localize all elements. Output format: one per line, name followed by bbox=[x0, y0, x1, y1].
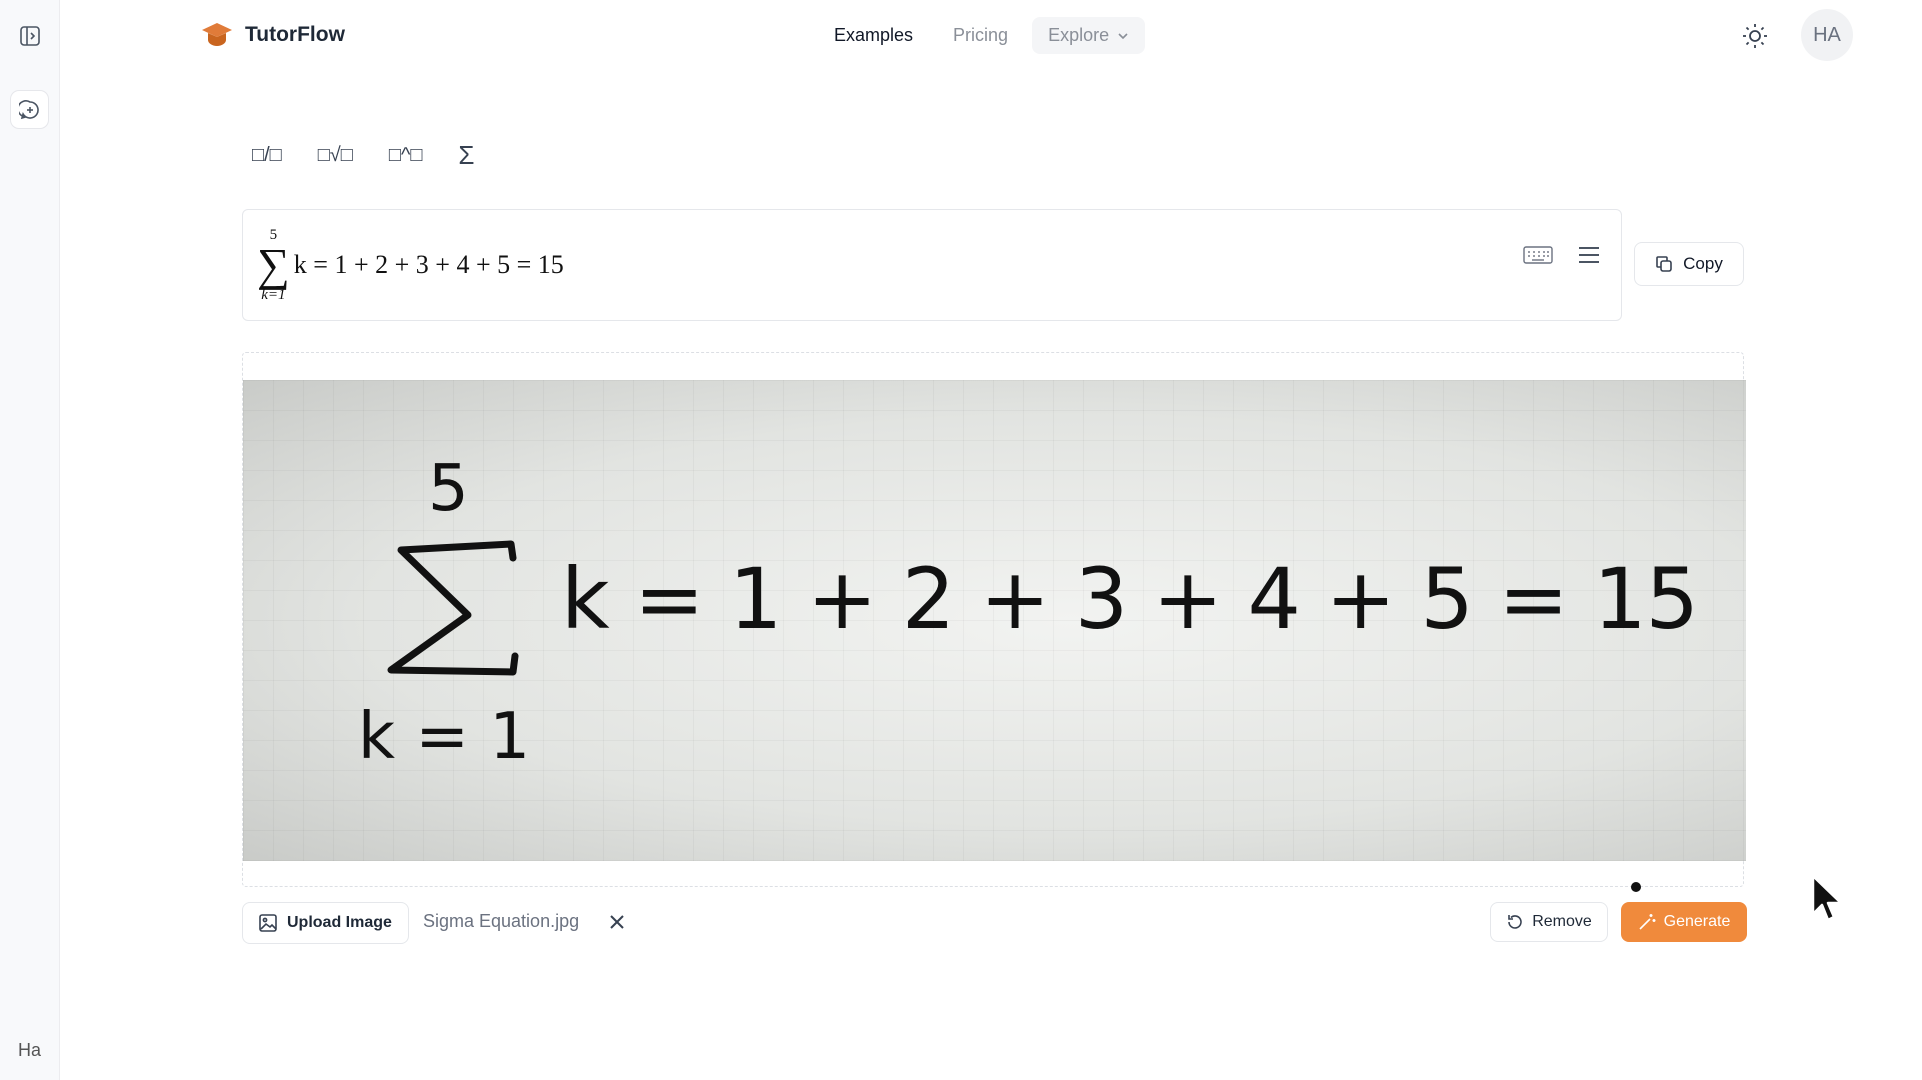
rotate-ccw-icon bbox=[1508, 915, 1522, 929]
root-tool[interactable]: □√□ bbox=[318, 144, 353, 167]
editor-icons bbox=[1523, 244, 1601, 266]
power-tool[interactable]: □^□ bbox=[389, 144, 423, 167]
sum-tool[interactable]: Σ bbox=[458, 140, 474, 171]
nav-examples[interactable]: Examples bbox=[818, 17, 929, 54]
chat-plus-icon bbox=[18, 99, 39, 119]
sum-lower-limit: k=1 bbox=[261, 287, 286, 303]
brand-name: TutorFlow bbox=[245, 23, 345, 46]
uploaded-image-preview: 5 k = 1 k = 1 + 2 + 3 + 4 + 5 = 15 bbox=[243, 380, 1746, 861]
handwritten-equation: k = 1 + 2 + 3 + 4 + 5 = 15 bbox=[561, 550, 1711, 648]
top-navigation: TutorFlow Examples Pricing Explore HA bbox=[59, 0, 1922, 72]
chevron-down-icon bbox=[1118, 32, 1128, 39]
theme-toggle-sun-icon[interactable] bbox=[1741, 22, 1769, 50]
handwritten-sigma bbox=[387, 540, 519, 676]
menu-lines-icon[interactable] bbox=[1577, 245, 1601, 265]
new-chat-button[interactable] bbox=[11, 91, 48, 128]
remove-button[interactable]: Remove bbox=[1490, 902, 1608, 942]
nav-explore-dropdown[interactable]: Explore bbox=[1032, 17, 1146, 54]
graduation-cap-icon bbox=[202, 23, 232, 46]
copy-icon bbox=[1656, 256, 1672, 272]
copy-button[interactable]: Copy bbox=[1634, 242, 1744, 286]
math-toolbar: □/□ □√□ □^□ Σ bbox=[252, 140, 474, 171]
remove-label: Remove bbox=[1532, 913, 1592, 930]
image-action-bar: Upload Image Sigma Equation.jpg Remove G… bbox=[242, 902, 1747, 944]
toggle-sidebar-button[interactable] bbox=[11, 17, 48, 54]
keyboard-icon[interactable] bbox=[1523, 244, 1553, 266]
rendered-equation: 5 ∑ k=1 k = 1 + 2 + 3 + 4 + 5 = 15 bbox=[257, 220, 564, 310]
scroll-indicator-dot bbox=[1631, 882, 1641, 892]
upload-image-button[interactable]: Upload Image bbox=[242, 902, 409, 944]
nav-explore-label: Explore bbox=[1048, 25, 1110, 45]
upload-image-label: Upload Image bbox=[287, 914, 392, 931]
copy-label: Copy bbox=[1683, 254, 1723, 273]
brand-logo[interactable]: TutorFlow bbox=[201, 21, 345, 49]
generate-button[interactable]: Generate bbox=[1621, 902, 1747, 942]
handwritten-lower-limit: k = 1 bbox=[358, 700, 530, 774]
main-nav: Examples Pricing Explore bbox=[818, 17, 1146, 54]
handwritten-upper-limit: 5 bbox=[428, 452, 469, 526]
fraction-tool[interactable]: □/□ bbox=[252, 144, 282, 167]
sidebar-user-initials[interactable]: Ha bbox=[0, 1040, 59, 1061]
left-sidebar: Ha bbox=[0, 0, 60, 1080]
equation-editor[interactable]: 5 ∑ k=1 k = 1 + 2 + 3 + 4 + 5 = 15 bbox=[242, 209, 1622, 321]
equation-body: k = 1 + 2 + 3 + 4 + 5 = 15 bbox=[293, 250, 564, 279]
summation: 5 ∑ k=1 bbox=[257, 227, 290, 303]
user-avatar[interactable]: HA bbox=[1801, 9, 1853, 61]
close-icon[interactable] bbox=[608, 913, 626, 931]
sum-symbol: ∑ bbox=[257, 239, 290, 290]
generate-label: Generate bbox=[1663, 913, 1731, 930]
image-icon bbox=[259, 914, 277, 932]
magic-wand-icon bbox=[1639, 914, 1656, 930]
sidebar-panel-icon bbox=[19, 25, 40, 46]
mouse-cursor-icon bbox=[1811, 874, 1843, 922]
nav-pricing[interactable]: Pricing bbox=[937, 17, 1024, 54]
uploaded-file-name: Sigma Equation.jpg bbox=[423, 911, 580, 931]
